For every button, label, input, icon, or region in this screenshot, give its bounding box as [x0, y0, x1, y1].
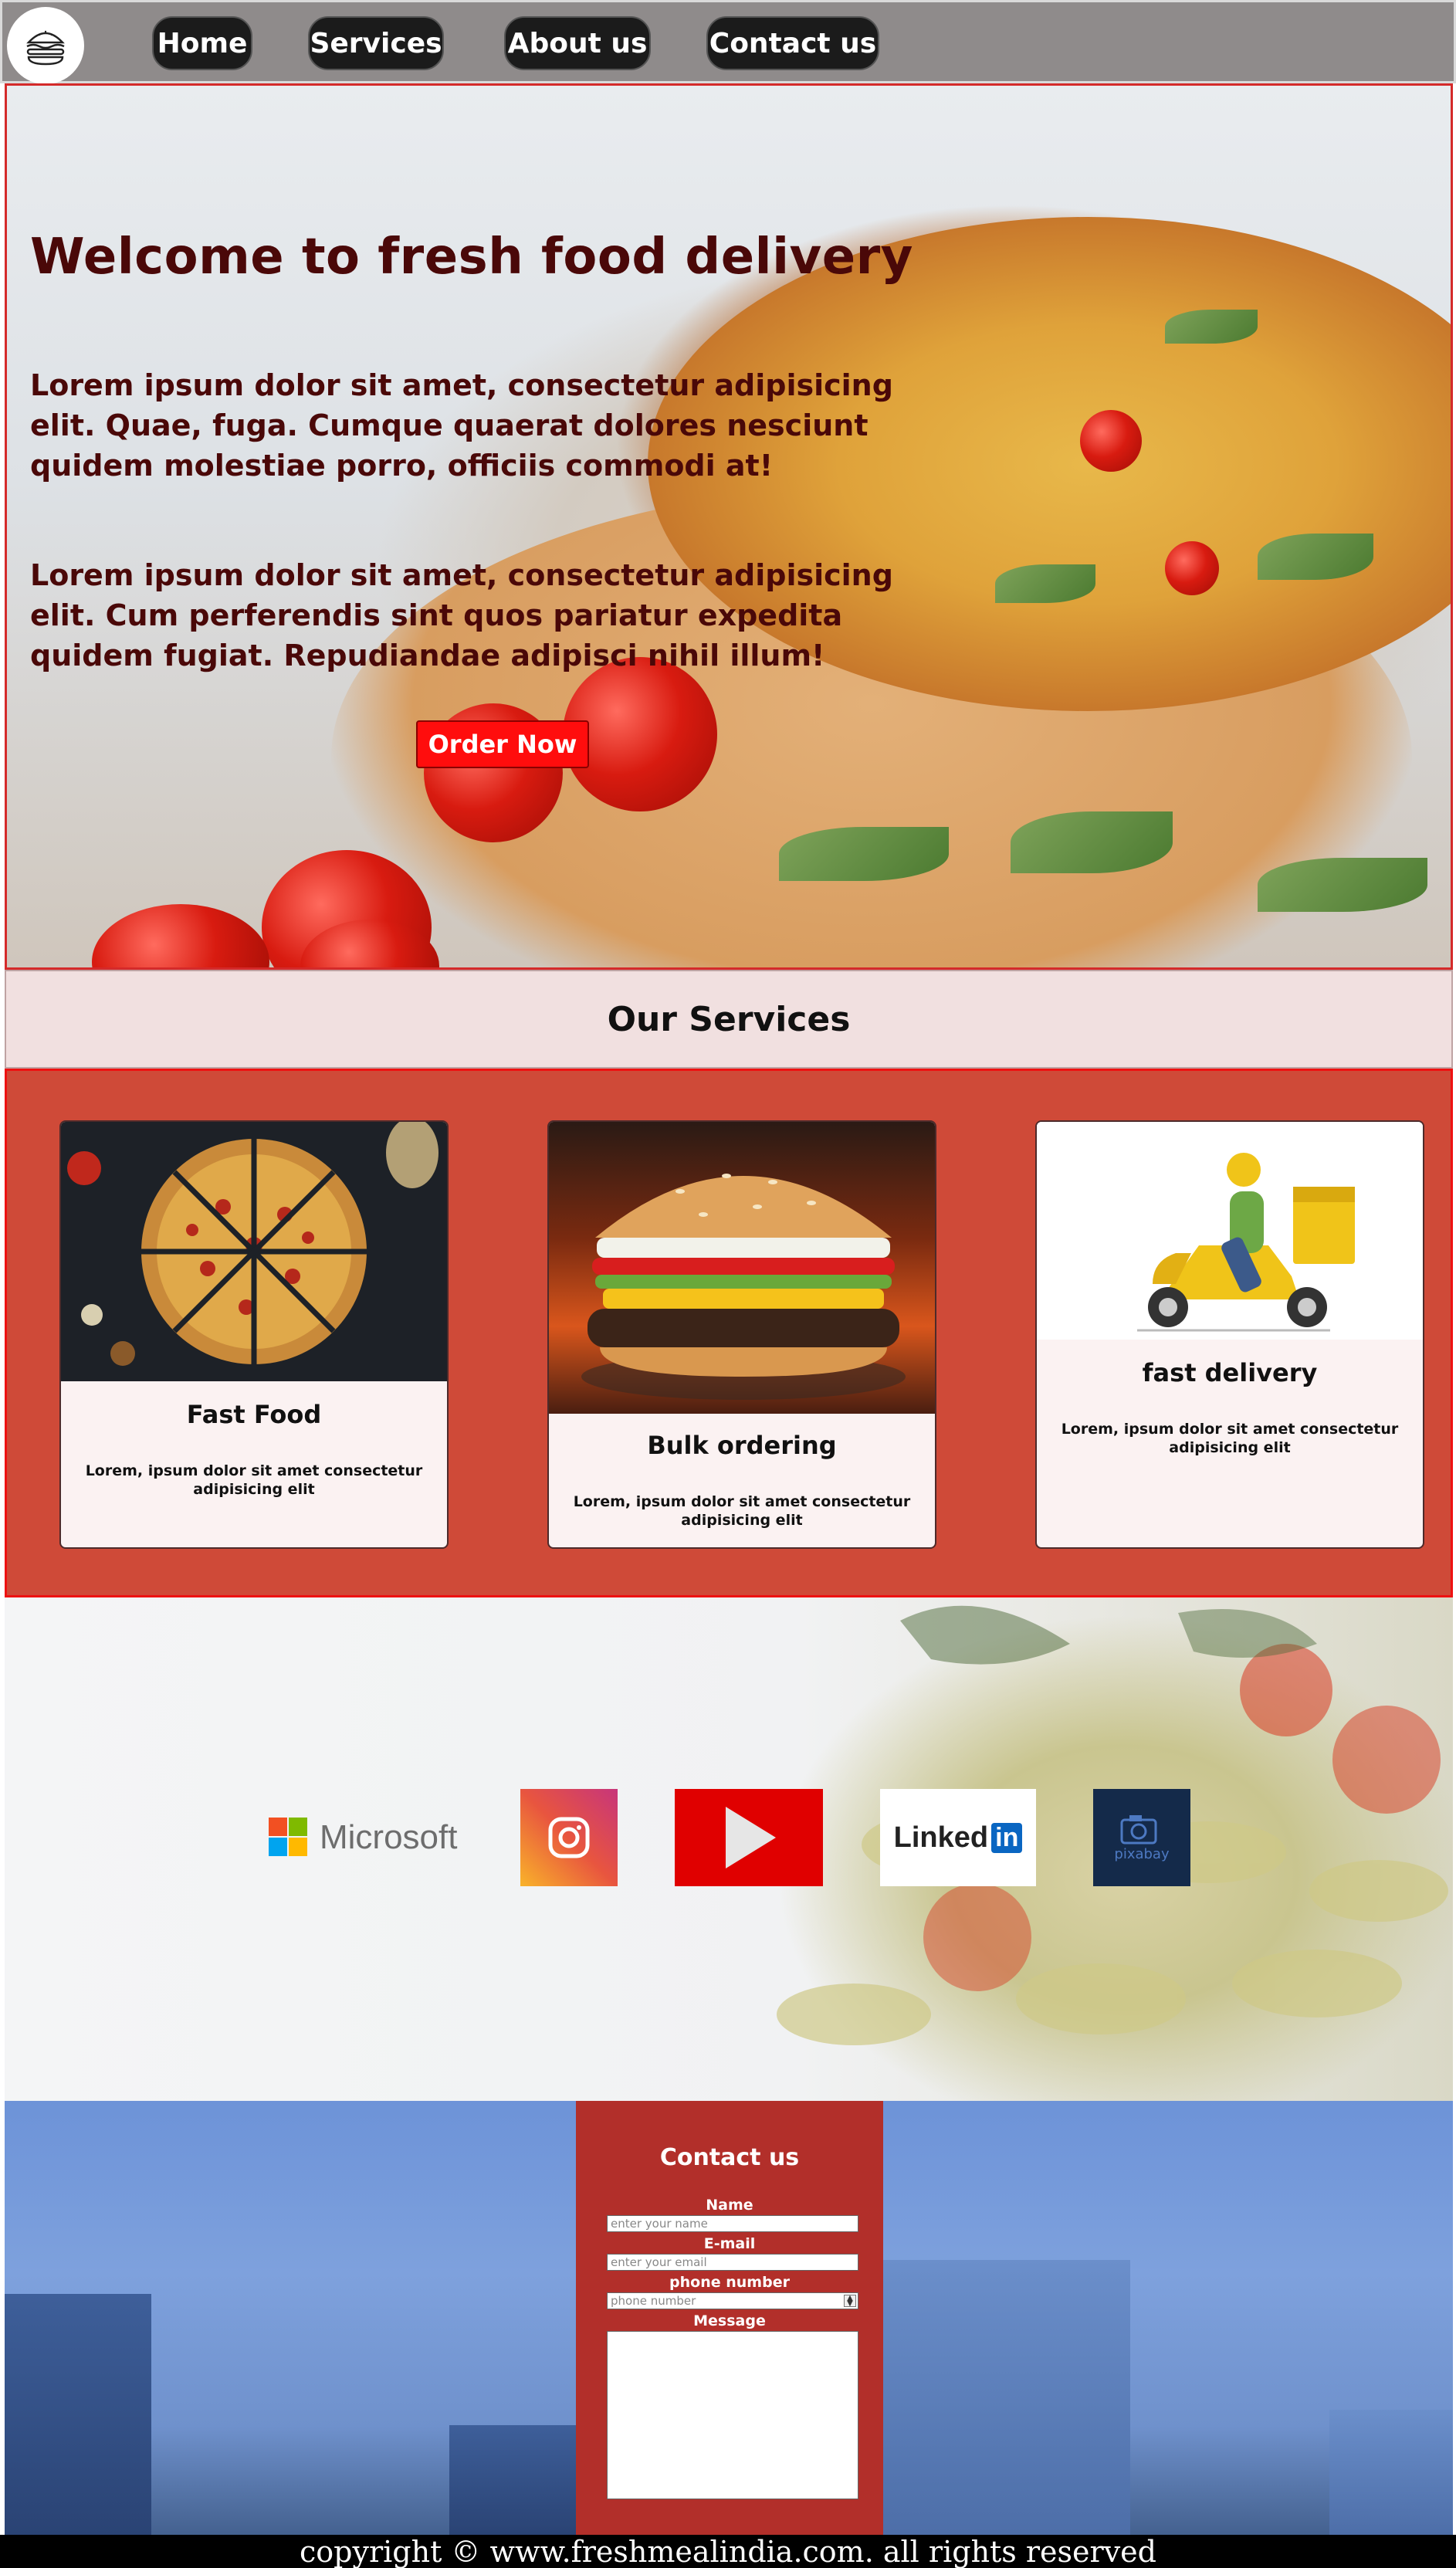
- microsoft-logo-label: Microsoft: [320, 1818, 458, 1856]
- service-card-fast-delivery[interactable]: fast delivery Lorem, ipsum dolor sit ame…: [1035, 1120, 1424, 1549]
- basil-leaf-decoration: [1165, 310, 1258, 344]
- service-card-fast-food[interactable]: Fast Food Lorem, ipsum dolor sit amet co…: [59, 1120, 449, 1549]
- email-input[interactable]: enter your email: [607, 2254, 858, 2271]
- contact-form-title: Contact us: [659, 2144, 800, 2171]
- building-decoration: [449, 2425, 576, 2535]
- message-textarea[interactable]: [607, 2331, 858, 2499]
- building-decoration: [5, 2294, 151, 2535]
- service-card-text: Lorem, ipsum dolor sit amet consectetur …: [85, 1462, 423, 1498]
- top-navbar: Home Services About us Contact us: [0, 0, 1456, 84]
- service-card-title: fast delivery: [1142, 1358, 1318, 1387]
- basil-leaf-decoration: [995, 564, 1095, 603]
- phone-stepper-icon[interactable]: ▲ ▼: [844, 2295, 856, 2308]
- phone-input[interactable]: phone number ▲ ▼: [607, 2292, 858, 2309]
- service-card-bulk-ordering[interactable]: Bulk ordering Lorem, ipsum dolor sit ame…: [547, 1120, 936, 1549]
- microsoft-logo-icon[interactable]: Microsoft: [269, 1789, 463, 1886]
- hero-paragraph-2: Lorem ipsum dolor sit amet, consectetur …: [30, 558, 893, 672]
- pixabay-logo-icon[interactable]: pixabay: [1093, 1789, 1190, 1886]
- nav-contact-button[interactable]: Contact us: [706, 16, 879, 70]
- building-decoration: [883, 2260, 1130, 2535]
- nav-home-button[interactable]: Home: [152, 16, 252, 70]
- phone-label: phone number: [669, 2274, 790, 2291]
- tomato-decoration: [1165, 541, 1219, 595]
- nav-services-button[interactable]: Services: [308, 16, 444, 70]
- linkedin-in-badge: in: [991, 1822, 1023, 1853]
- linkedin-logo-label: Linked: [893, 1821, 989, 1854]
- pizza-photo: [61, 1122, 447, 1381]
- burger-photo: [549, 1122, 935, 1414]
- order-now-button[interactable]: Order Now: [416, 720, 589, 768]
- footer-copyright: copyright © www.freshmealindia.com. all …: [0, 2535, 1456, 2568]
- services-section: Fast Food Lorem, ipsum dolor sit amet co…: [5, 1069, 1453, 1597]
- burger-logo-icon[interactable]: [7, 7, 84, 84]
- instagram-logo-icon[interactable]: [520, 1789, 618, 1886]
- services-heading: Our Services: [5, 970, 1453, 1069]
- linkedin-logo-icon[interactable]: Linked in: [880, 1789, 1036, 1886]
- message-label: Message: [693, 2312, 766, 2329]
- service-card-text: Lorem, ipsum dolor sit amet consectetur …: [573, 1493, 911, 1529]
- basil-leaf-decoration: [779, 827, 949, 881]
- service-card-title: Bulk ordering: [647, 1431, 837, 1460]
- hero-title: Welcome to fresh food delivery: [30, 229, 913, 286]
- hero-paragraph-1: Lorem ipsum dolor sit amet, consectetur …: [30, 368, 893, 483]
- name-label: Name: [706, 2197, 753, 2214]
- partners-section: Microsoft Linked in pixabay: [5, 1597, 1453, 2101]
- delivery-scooter-illustration: [1037, 1122, 1423, 1340]
- service-card-text: Lorem, ipsum dolor sit amet consectetur …: [1061, 1421, 1399, 1456]
- basil-leaf-decoration: [1011, 811, 1173, 873]
- phone-input-placeholder: phone number: [611, 2294, 696, 2308]
- service-card-title: Fast Food: [186, 1400, 322, 1429]
- youtube-logo-icon[interactable]: [675, 1789, 823, 1886]
- pixabay-logo-label: pixabay: [1114, 1845, 1170, 1862]
- basil-leaf-decoration: [1258, 858, 1427, 912]
- email-label: E-mail: [703, 2235, 756, 2252]
- contact-section: Contact us Name enter your name E-mail e…: [5, 2101, 1453, 2535]
- hero-section: Welcome to fresh food delivery Lorem ips…: [5, 83, 1453, 970]
- contact-form: Contact us Name enter your name E-mail e…: [576, 2101, 883, 2535]
- building-decoration: [1329, 2410, 1453, 2535]
- basil-leaf-decoration: [1258, 534, 1373, 580]
- nav-about-button[interactable]: About us: [504, 16, 651, 70]
- tomato-decoration: [1080, 410, 1142, 472]
- name-input[interactable]: enter your name: [607, 2215, 858, 2232]
- tomato-decoration: [92, 904, 269, 967]
